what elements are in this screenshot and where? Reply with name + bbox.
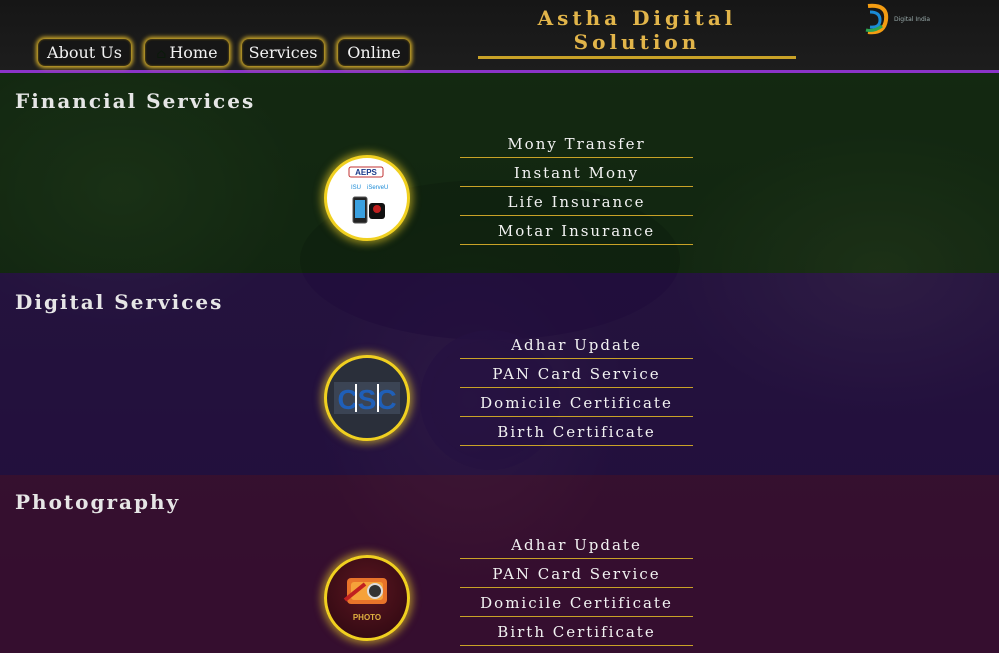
nav-services-label: Services: [248, 43, 318, 62]
svg-text:AEPS: AEPS: [355, 168, 377, 177]
csc-icon: CSC: [334, 382, 400, 415]
service-item-pan-card-service[interactable]: PAN Card Service: [460, 359, 693, 388]
service-item-life-insurance[interactable]: Life Insurance: [460, 187, 693, 216]
digital-services-list: Adhar Update PAN Card Service Domicile C…: [460, 330, 693, 446]
service-item-motar-insurance[interactable]: Motar Insurance: [460, 216, 693, 245]
service-item-domicile-certificate[interactable]: Domicile Certificate: [460, 388, 693, 417]
site-header: Astha Digital Solution Digital India Abo…: [0, 0, 999, 73]
financial-services-title: Financial Services: [15, 89, 256, 113]
service-item-instant-mony[interactable]: Instant Mony: [460, 158, 693, 187]
nav-about-us-label: About Us: [47, 43, 122, 62]
photo-item-domicile-certificate[interactable]: Domicile Certificate: [460, 588, 693, 617]
photo-item-pan-card-service[interactable]: PAN Card Service: [460, 559, 693, 588]
photo-item-birth-certificate[interactable]: Birth Certificate: [460, 617, 693, 646]
service-item-birth-certificate[interactable]: Birth Certificate: [460, 417, 693, 446]
logo-text: Digital India: [894, 16, 931, 23]
digital-india-logo[interactable]: Digital India: [862, 2, 932, 38]
csc-badge[interactable]: CSC: [324, 355, 410, 441]
brand-title: Astha Digital Solution: [478, 6, 796, 59]
photography-list: Adhar Update PAN Card Service Domicile C…: [460, 530, 693, 646]
svg-text:iServeU: iServeU: [367, 185, 388, 191]
nav-home-label: Home: [169, 43, 218, 62]
nav-online-label: Online: [347, 43, 401, 62]
photo-item-adhar-update[interactable]: Adhar Update: [460, 530, 693, 559]
nav-services[interactable]: Services: [242, 39, 324, 66]
aeps-badge[interactable]: AEPS ISU iServeU: [324, 155, 410, 241]
photo-label: PHOTO: [353, 613, 381, 622]
nav-online[interactable]: Online: [338, 39, 410, 66]
digital-services-title: Digital Services: [15, 290, 224, 314]
aeps-icon: AEPS ISU iServeU: [348, 166, 388, 224]
financial-services-list: Mony Transfer Instant Mony Life Insuranc…: [460, 129, 693, 245]
photo-badge[interactable]: PHOTO: [324, 555, 410, 641]
service-item-mony-transfer[interactable]: Mony Transfer: [460, 129, 693, 158]
csc-letters: CSC: [337, 384, 396, 415]
photography-title: Photography: [15, 490, 181, 514]
service-item-adhar-update[interactable]: Adhar Update: [460, 330, 693, 359]
svg-text:ISU: ISU: [351, 185, 361, 191]
digital-india-logo-icon: [865, 3, 889, 35]
nav-home[interactable]: ⌂ Home: [145, 39, 229, 66]
home-icon: ⌂: [156, 47, 167, 62]
photo-icon: PHOTO: [343, 578, 387, 622]
nav-about-us[interactable]: About Us: [38, 39, 131, 66]
